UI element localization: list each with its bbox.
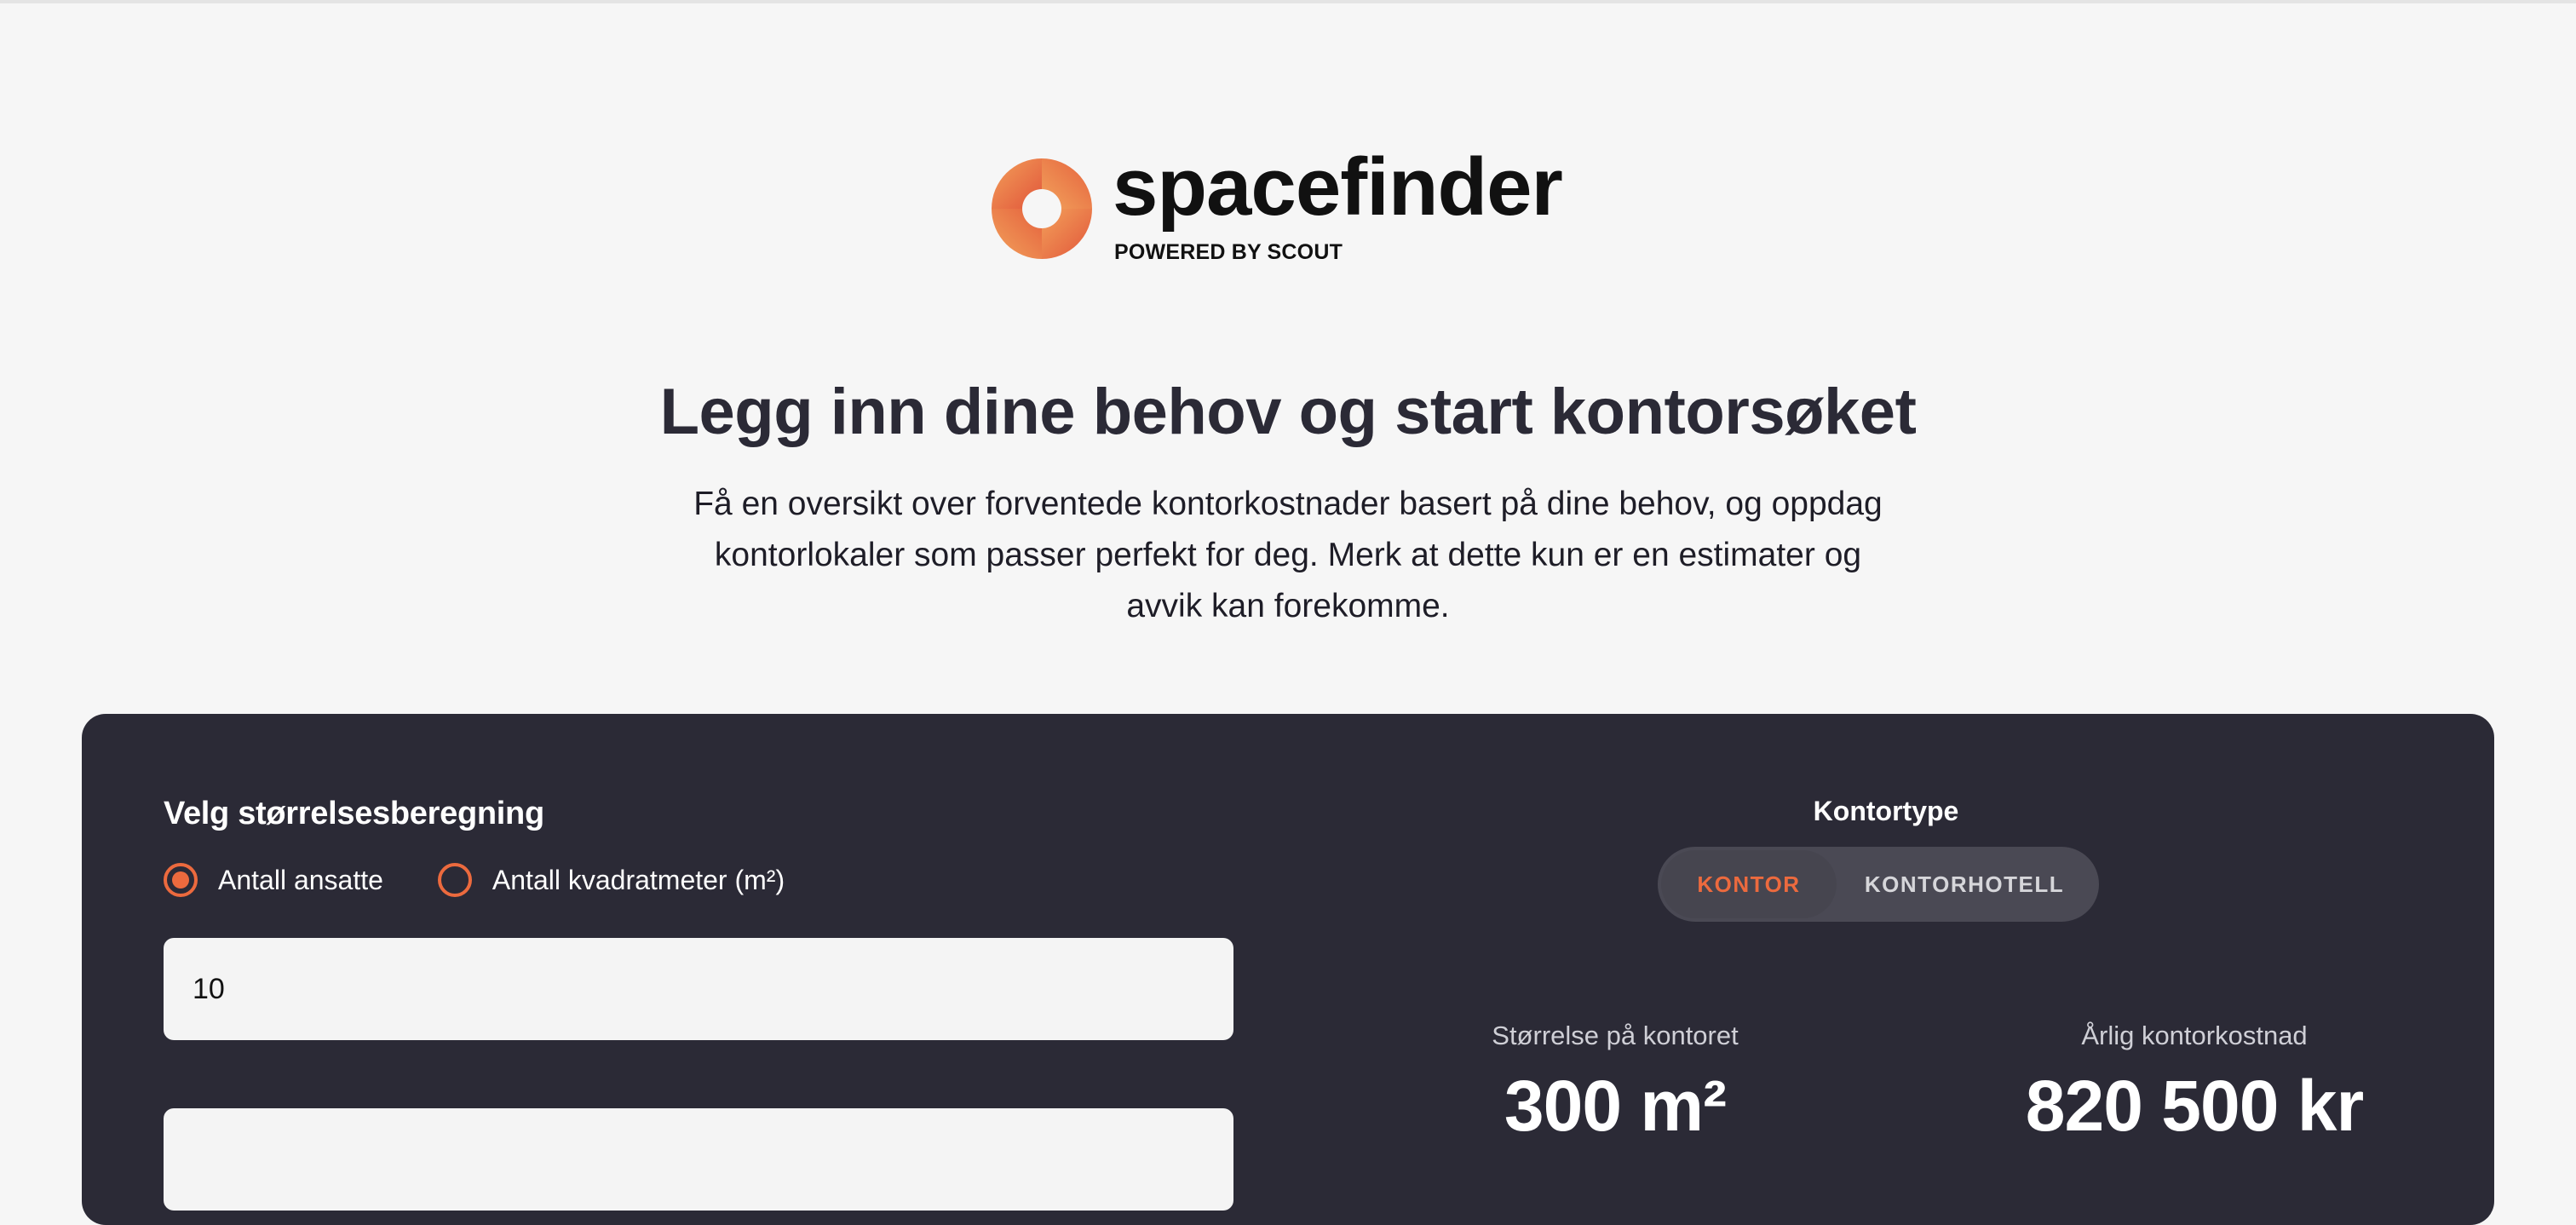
tab-kontorhotell[interactable]: KONTORHOTELL [1837, 850, 2092, 918]
annual-cost-value: 820 500 kr [2025, 1066, 2364, 1146]
secondary-input[interactable] [164, 1108, 1233, 1211]
radio-square-meters[interactable]: Antall kvadratmeter (m²) [437, 863, 785, 897]
radio-square-meters-indicator[interactable] [437, 863, 472, 897]
logo-wordmark: spacefinder [1113, 141, 1563, 233]
spacefinder-logo-icon [992, 158, 1092, 259]
size-calculation-section: Velg størrelsesberegning Antall ansatte … [164, 796, 1233, 1211]
annual-cost-stat: Årlig kontorkostnad 820 500 kr [1939, 1021, 2450, 1147]
radio-employees-label[interactable]: Antall ansatte [218, 865, 383, 896]
radio-employees-indicator[interactable] [164, 863, 198, 897]
page-description: Få en oversikt over forventede kontorkos… [693, 486, 1883, 624]
office-size-value: 300 m² [1504, 1066, 1727, 1146]
office-size-stat: Størrelse på kontoret 300 m² [1453, 1021, 1777, 1147]
office-type-toggle: KONTOR KONTORHOTELL [1658, 847, 2099, 922]
spacefinder-logo[interactable]: spacefinder POWERED BY SCOUT [988, 147, 1601, 271]
employee-count-value: 10 [193, 972, 225, 1005]
logo-tagline: POWERED BY SCOUT [1114, 240, 1343, 264]
size-calculation-heading: Velg størrelsesberegning [164, 796, 544, 831]
top-divider [0, 0, 2576, 3]
annual-cost-label: Årlig kontorkostnad [2081, 1021, 2308, 1050]
office-size-label: Størrelse på kontoret [1492, 1021, 1739, 1050]
size-mode-radio-group: Antall ansatte Antall kvadratmeter (m²) [164, 861, 1233, 899]
employee-count-input[interactable]: 10 [164, 938, 1233, 1040]
calculator-panel: Velg størrelsesberegning Antall ansatte … [82, 714, 2494, 1225]
radio-employees[interactable]: Antall ansatte [164, 863, 383, 897]
tab-kontor[interactable]: KONTOR [1661, 850, 1837, 918]
page-title: Legg inn dine behov og start kontorsøket [659, 376, 1917, 448]
office-type-label: Kontortype [1813, 796, 1959, 826]
radio-square-meters-label[interactable]: Antall kvadratmeter (m²) [492, 865, 785, 896]
